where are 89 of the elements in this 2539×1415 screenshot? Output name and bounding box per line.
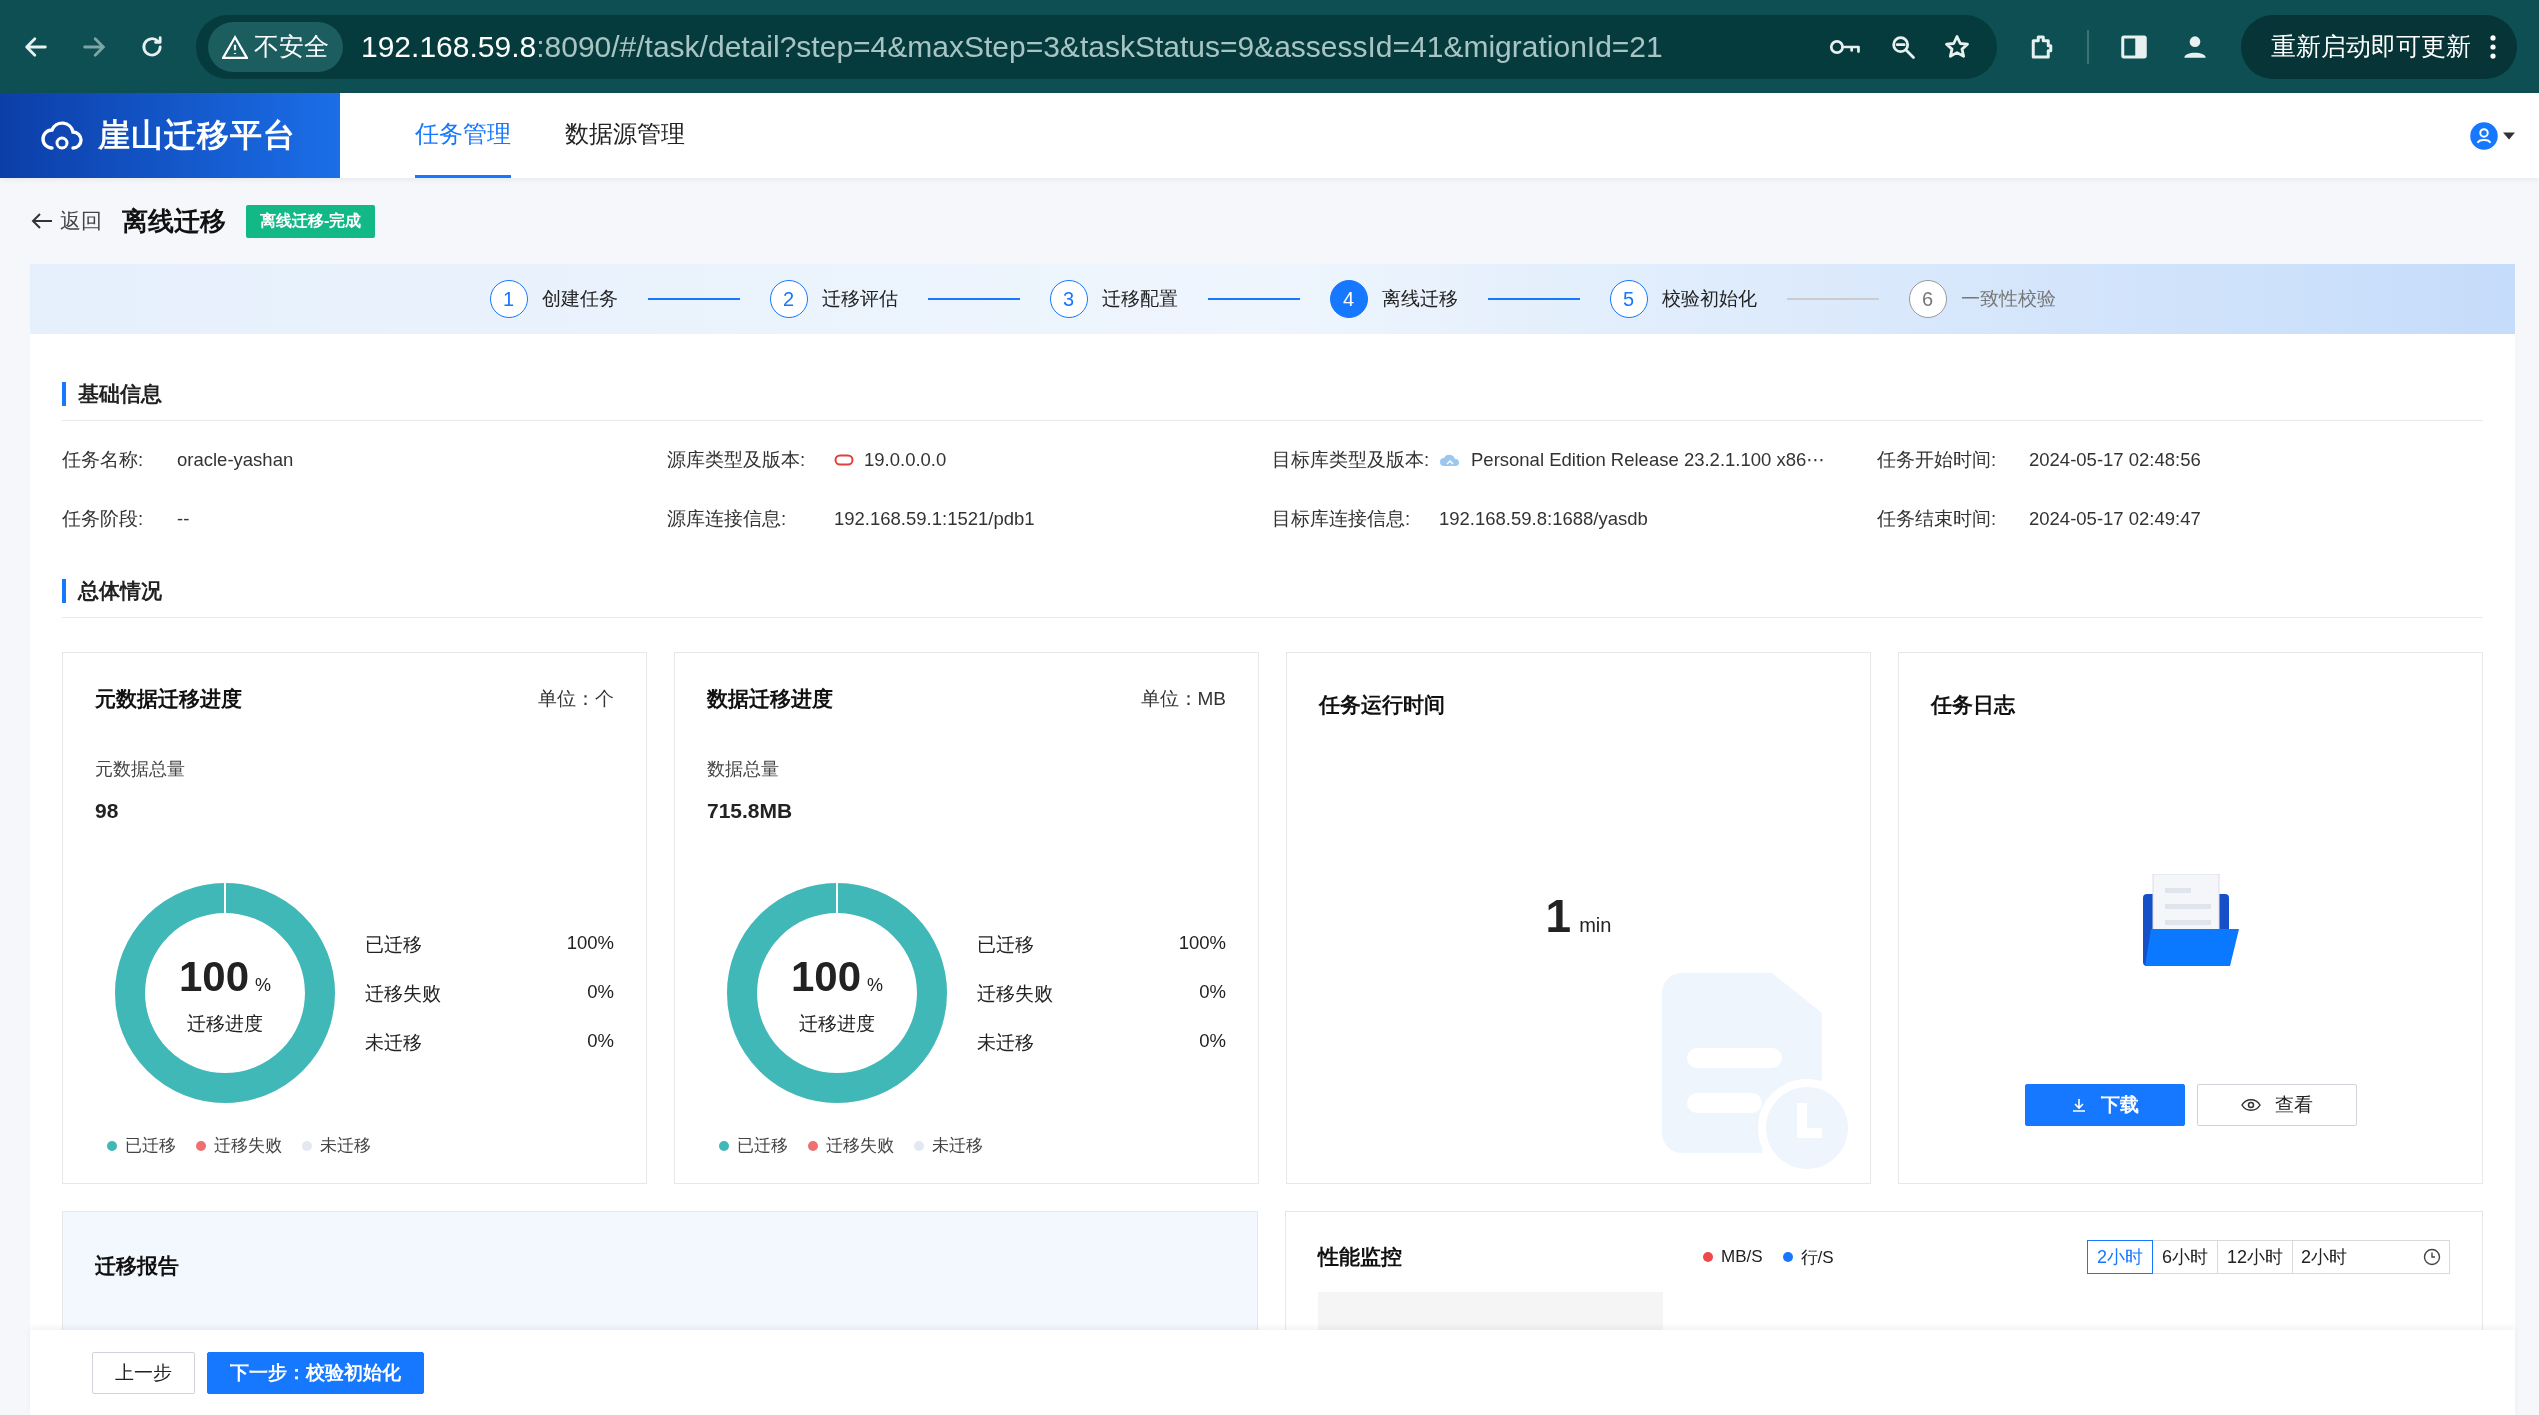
field-value: 192.168.59.8:1688/yasdb — [1439, 507, 1648, 530]
nav-tab[interactable]: 数据源管理 — [565, 93, 685, 178]
legend-label: 未迁移 — [320, 1135, 371, 1156]
view-button[interactable]: 查看 — [2196, 1084, 2357, 1126]
step-item[interactable]: 4 离线迁移 — [1329, 280, 1458, 318]
field-label: 目标库类型及版本: — [1272, 448, 1431, 472]
security-label: 不安全 — [254, 31, 329, 62]
stat-label: 未迁移 — [977, 1030, 1034, 1055]
nav-tab[interactable]: 任务管理 — [415, 93, 511, 178]
field-value: -- — [177, 507, 190, 530]
step-item[interactable]: 1 创建任务 — [489, 280, 618, 318]
total-value: 715.8MB — [707, 799, 794, 823]
stat-value: 100% — [566, 931, 614, 955]
field-label: 任务名称: — [62, 448, 145, 472]
ring-icon — [834, 453, 854, 466]
field-label: 目标库连接信息: — [1272, 507, 1412, 531]
back-link[interactable]: 返回 — [30, 207, 102, 235]
stat-value: 100% — [1178, 931, 1226, 955]
page-title: 离线迁移 — [122, 204, 226, 238]
legend-label: 迁移失败 — [826, 1135, 894, 1156]
stat-label: 已迁移 — [365, 932, 422, 957]
unit-label: 单位：个 — [538, 687, 614, 711]
field-label: 源库类型及版本: — [667, 448, 807, 472]
field-label: 任务开始时间: — [1877, 448, 1998, 472]
card-title: 数据迁移进度 — [707, 686, 833, 712]
total-label: 元数据总量 — [95, 758, 186, 781]
legend-label: MB/S — [1721, 1247, 1763, 1267]
stat-value: 0% — [1199, 1029, 1226, 1053]
card-title: 元数据迁移进度 — [95, 686, 242, 712]
section-heading: 总体情况 — [62, 579, 162, 603]
stat-label: 未迁移 — [365, 1030, 422, 1055]
legend-label: 已迁移 — [125, 1135, 176, 1156]
field-label: 任务阶段: — [62, 507, 145, 531]
card-title: 任务日志 — [1931, 692, 2016, 718]
field-value: 2024-05-17 02:48:56 — [2029, 448, 2201, 471]
caret-icon — [2503, 130, 2515, 141]
field-value: Personal Edition Release 23.2.1.100 x86⋯ — [1471, 448, 1825, 471]
download-icon — [2070, 1097, 2087, 1113]
previous-step-button[interactable]: 上一步 — [92, 1351, 195, 1394]
center-label: 迁移进度 — [799, 1012, 875, 1036]
center-label: 迁移进度 — [187, 1012, 263, 1036]
legend-label: 迁移失败 — [214, 1135, 282, 1156]
percent-value: 100% — [790, 953, 884, 1001]
field-label: 源库连接信息: — [667, 507, 788, 531]
stat-label: 迁移失败 — [365, 981, 441, 1006]
warning-icon — [222, 34, 248, 59]
step-item[interactable]: 2 迁移评估 — [769, 280, 898, 318]
download-button[interactable]: 下载 — [2024, 1084, 2185, 1126]
url-text: 192.168.59.8:8090/#/task/detail?step=4&maxStep=3&taskStatus=9&assessId=41&migrationId=21 — [361, 29, 1664, 64]
back-arrow-icon — [30, 211, 54, 231]
field-value: 19.0.0.0.0 — [864, 448, 947, 471]
card-title: 任务运行时间 — [1319, 692, 1446, 718]
unit-label: 单位：MB — [1140, 687, 1226, 711]
update-button[interactable]: 重新启动即可更新 — [2241, 14, 2517, 79]
total-value: 98 — [95, 799, 120, 823]
step-item[interactable]: 5 校验初始化 — [1609, 280, 1757, 318]
eye-icon — [2240, 1097, 2261, 1113]
next-step-button[interactable]: 下一步：校验初始化 — [207, 1351, 424, 1394]
address-bar[interactable]: 不安全 192.168.59.8:8090/#/task/detail?step=4&maxStep=3&taskStatus=9&assessId=41&migrationId=21 — [196, 14, 1997, 79]
legend-label: 行/S — [1800, 1246, 1834, 1269]
field-label: 任务结束时间: — [1877, 507, 1998, 531]
clock-icon — [2423, 1248, 2441, 1266]
field-value: oracle-yashan — [177, 448, 294, 471]
stat-value: 0% — [587, 1029, 614, 1053]
more-icon — [2489, 33, 2497, 60]
range-tab[interactable]: 12小时 — [2216, 1240, 2293, 1274]
field-value: 192.168.59.1:1521/pdb1 — [834, 507, 1035, 530]
time-range-picker[interactable]: 2小时 — [2292, 1240, 2450, 1274]
total-label: 数据总量 — [707, 758, 780, 781]
range-tab[interactable]: 2小时 — [2086, 1240, 2153, 1274]
range-tab[interactable]: 6小时 — [2151, 1240, 2218, 1274]
stat-value: 0% — [1199, 980, 1226, 1004]
logo-text: 崖山迁移平台 — [98, 115, 296, 155]
section-heading: 基础信息 — [62, 382, 162, 406]
step-item[interactable]: 3 迁移配置 — [1049, 280, 1178, 318]
legend-label: 未迁移 — [932, 1135, 983, 1156]
legend-label: 已迁移 — [737, 1135, 788, 1156]
status-tag: 离线迁移-完成 — [246, 204, 376, 238]
runtime-value: 1 min — [1544, 889, 1613, 943]
card-title: 性能监控 — [1318, 1244, 1403, 1270]
user-avatar-icon — [2469, 120, 2499, 151]
stat-label: 已迁移 — [977, 932, 1034, 957]
stat-value: 0% — [587, 980, 614, 1004]
field-value: 2024-05-17 02:49:47 — [2029, 507, 2201, 530]
star-icon[interactable] — [1943, 32, 1971, 61]
card-title: 迁移报告 — [95, 1253, 180, 1279]
percent-value: 100% — [178, 953, 272, 1001]
security-chip[interactable]: 不安全 — [208, 21, 343, 72]
stat-label: 迁移失败 — [977, 981, 1053, 1006]
